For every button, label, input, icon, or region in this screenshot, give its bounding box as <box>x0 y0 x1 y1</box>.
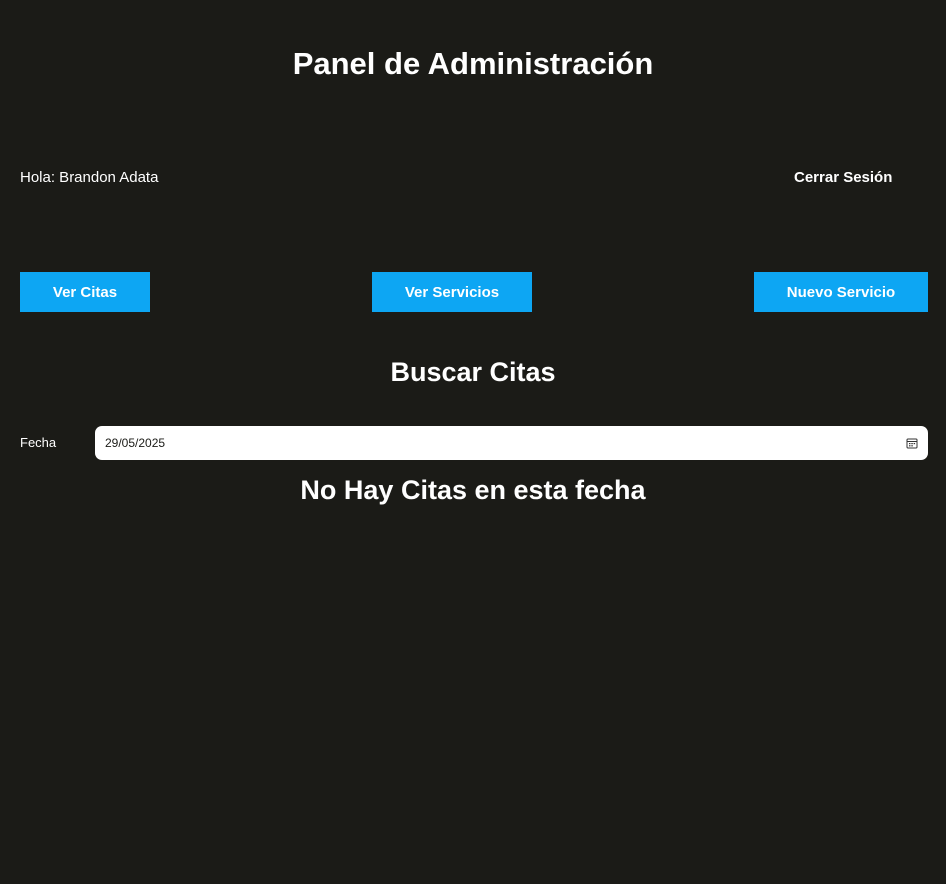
logout-link[interactable]: Cerrar Sesión <box>794 168 892 188</box>
date-input-value: 29/05/2025 <box>105 436 166 450</box>
calendar-icon[interactable] <box>906 437 918 449</box>
ver-servicios-button[interactable]: Ver Servicios <box>372 272 532 312</box>
page-title: Panel de Administración <box>292 46 654 81</box>
user-greeting: Hola: Brandon Adata <box>20 169 159 186</box>
no-appointments-message: No Hay Citas en esta fecha <box>300 475 646 505</box>
date-input[interactable]: 29/05/2025 <box>95 426 928 460</box>
nuevo-servicio-button[interactable]: Nuevo Servicio <box>754 272 928 312</box>
admin-panel-page: Panel de Administración Hola: Brandon Ad… <box>0 0 946 884</box>
search-section-title: Buscar Citas <box>390 357 556 387</box>
ver-citas-button[interactable]: Ver Citas <box>20 272 150 312</box>
date-label: Fecha <box>20 435 57 450</box>
